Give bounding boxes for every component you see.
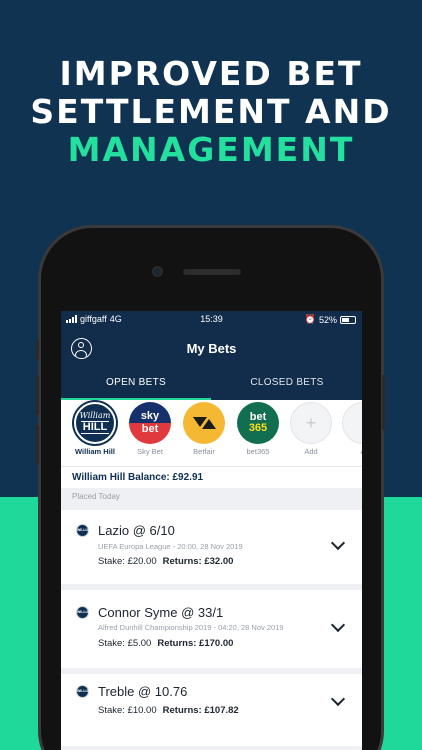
phone-screen: giffgaff 4G 15:39 ⏰ 52% My Bets OPEN BET… — [61, 311, 362, 750]
bets-tabs: OPEN BETS CLOSED BETS — [61, 370, 362, 400]
bet-event: Alfred Dunhill Championship 2019 - 04:20… — [98, 623, 284, 632]
section-header: Placed Today — [61, 488, 362, 506]
app-header: My Bets — [61, 328, 362, 370]
bookmaker-bet365[interactable]: bet 365 bet365 — [232, 400, 284, 456]
bookmaker-sky-bet[interactable]: sky bet Sky Bet — [124, 400, 176, 456]
bet-card[interactable]: WILLIAM HILL Connor Syme @ 33/1 Alfred D… — [61, 590, 362, 668]
william-hill-logo: William HILL — [74, 402, 116, 444]
bet-stake-line: Stake: £5.00 Returns: £170.00 — [98, 638, 233, 649]
battery-icon — [340, 315, 356, 324]
battery-percent: 52% — [318, 314, 337, 325]
balance-bar: William Hill Balance: £92.91 — [61, 466, 362, 488]
bet-event: UEFA Europa League - 20:00, 28 Nov 2019 — [98, 542, 243, 551]
william-hill-mini-logo: WILLIAM HILL — [76, 685, 92, 704]
bet-stake: Stake: £10.00 — [98, 705, 157, 716]
headline: IMPROVED BET SETTLEMENT AND MANAGEMENT — [0, 55, 422, 169]
bet-stake: Stake: £20.00 — [98, 556, 157, 567]
add-icon: + — [290, 402, 332, 444]
william-hill-logo-script: William — [79, 411, 111, 420]
bet365-logo-365: 365 — [248, 422, 268, 434]
bet-stake-line: Stake: £20.00 Returns: £32.00 — [98, 556, 233, 567]
bookmaker-label: William Hill — [75, 447, 115, 456]
bookmaker-add[interactable]: + Add — [285, 400, 337, 456]
bookmaker-carousel: William HILL William Hill sky bet Sky Be… — [61, 400, 362, 466]
headline-line-1: IMPROVED BET — [59, 54, 363, 93]
front-camera — [152, 266, 163, 277]
william-hill-mini-logo: WILLIAM HILL — [76, 524, 92, 543]
balance-text: William Hill Balance: £92.91 — [72, 472, 204, 483]
betfair-logo — [183, 402, 225, 444]
earpiece-speaker — [183, 269, 241, 275]
bookmaker-partial[interactable]: A — [337, 400, 362, 456]
bookmaker-label: Betfair — [193, 447, 215, 456]
tab-closed-bets[interactable]: CLOSED BETS — [212, 370, 362, 400]
bet-returns: Returns: £107.82 — [162, 705, 239, 716]
betfair-arrows-icon — [192, 414, 216, 432]
bookmaker-label: bet365 — [246, 447, 270, 456]
tab-open-bets[interactable]: OPEN BETS — [61, 370, 211, 400]
bookmaker-betfair[interactable]: Betfair — [178, 400, 230, 456]
bet-returns: Returns: £170.00 — [157, 638, 234, 649]
bet365-logo: bet 365 — [237, 402, 279, 444]
bet-selection: Connor Syme @ 33/1 — [98, 605, 224, 620]
chevron-down-icon[interactable] — [330, 691, 346, 707]
bet-stake: Stake: £5.00 — [98, 638, 152, 649]
sky-bet-logo: sky bet — [129, 402, 171, 444]
bet-selection: Treble @ 10.76 — [98, 684, 188, 699]
status-bar: giffgaff 4G 15:39 ⏰ 52% — [61, 311, 362, 328]
bet-stake-line: Stake: £10.00 Returns: £107.82 — [98, 705, 239, 716]
bookmaker-label: Add — [304, 447, 318, 456]
headline-line-2: SETTLEMENT AND — [30, 92, 392, 131]
chevron-down-icon[interactable] — [330, 535, 346, 551]
section-label: Placed Today — [72, 492, 120, 501]
page-title: My Bets — [186, 341, 237, 356]
phone-volume-down — [36, 425, 39, 465]
sky-bet-logo-bet: bet — [141, 423, 159, 435]
chevron-down-icon[interactable] — [330, 617, 346, 633]
bet-card[interactable]: WILLIAM HILL Lazio @ 6/10 UEFA Europa Le… — [61, 510, 362, 584]
alarm-icon: ⏰ — [304, 314, 316, 324]
phone-volume-up — [36, 375, 39, 415]
bet-returns: Returns: £32.00 — [162, 556, 234, 567]
bookmaker-label: A — [337, 447, 362, 456]
william-hill-mini-logo: WILLIAM HILL — [76, 606, 92, 625]
partial-bookmaker-icon — [342, 402, 362, 444]
sky-bet-logo-sky: sky — [140, 410, 160, 422]
phone-power-button — [382, 375, 385, 430]
status-right: ⏰ 52% — [305, 314, 356, 325]
headline-line-3: MANAGEMENT — [67, 130, 355, 169]
phone-mute-switch — [36, 340, 39, 360]
william-hill-logo-hill: HILL — [80, 421, 110, 434]
bet-card[interactable]: WILLIAM HILL Treble @ 10.76 Stake: £10.0… — [61, 674, 362, 746]
bet-selection: Lazio @ 6/10 — [98, 523, 175, 538]
bookmaker-label: Sky Bet — [137, 447, 163, 456]
bookmaker-william-hill[interactable]: William HILL William Hill — [69, 400, 121, 456]
